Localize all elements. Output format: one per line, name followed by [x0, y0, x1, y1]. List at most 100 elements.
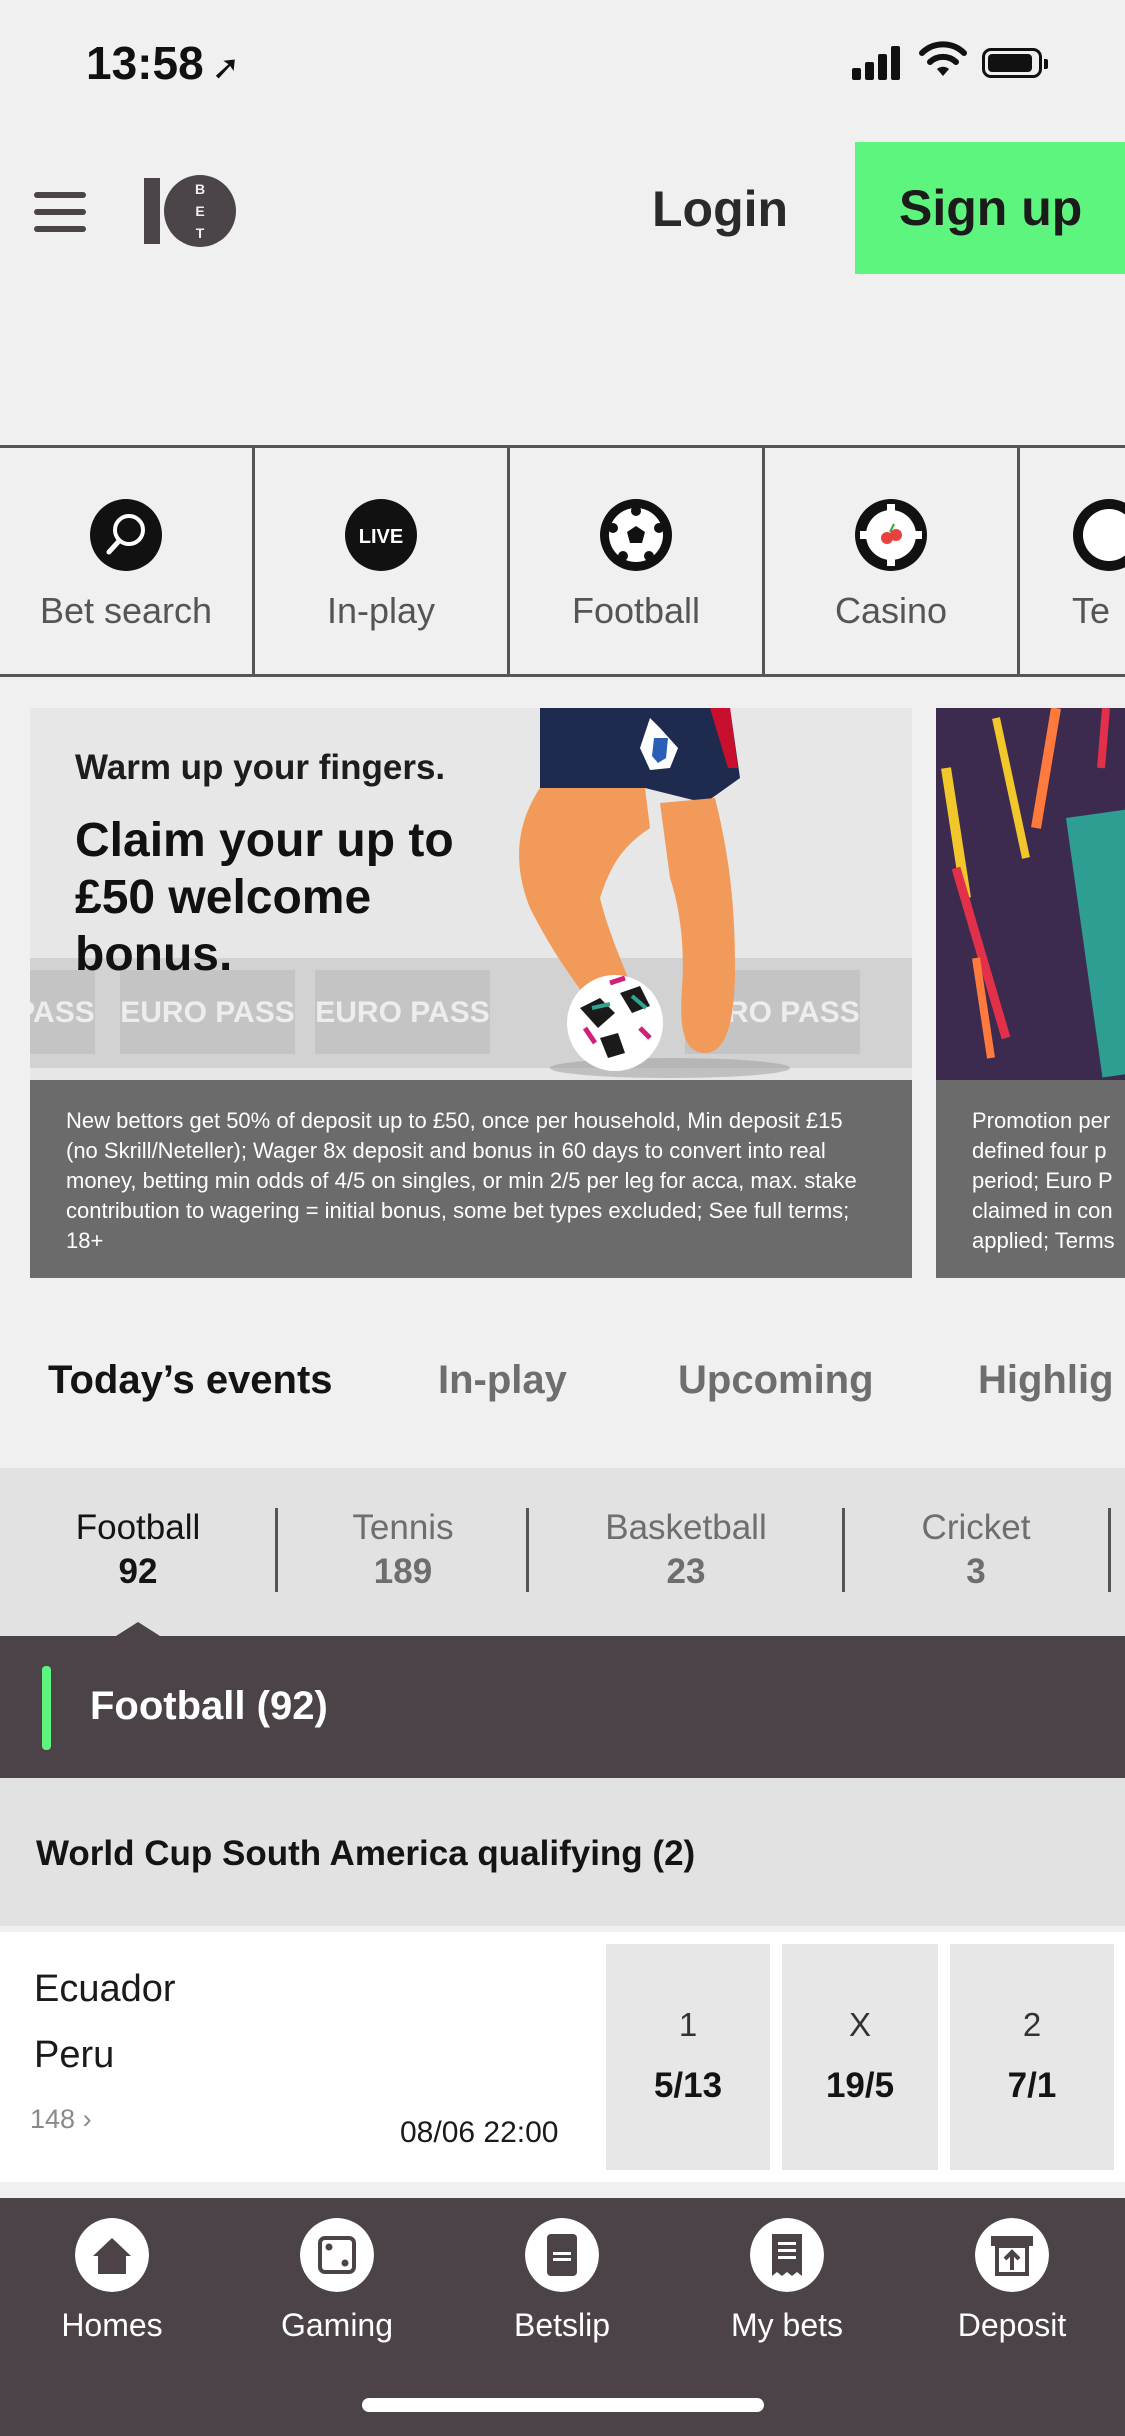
- quicknav-football[interactable]: Football: [510, 448, 765, 674]
- quicknav-label: In-play: [326, 590, 436, 631]
- search-icon: [90, 499, 162, 571]
- banner-pretitle: Warm up your fingers.: [75, 748, 446, 787]
- tennis-icon: [1073, 499, 1125, 571]
- league-header[interactable]: World Cup South America qualifying (2): [0, 1778, 1125, 1926]
- tab-highlights[interactable]: Highlig: [978, 1358, 1114, 1403]
- sport-tennis[interactable]: Tennis 189: [310, 1508, 496, 1592]
- header: B E T Login Sign up: [0, 130, 1125, 290]
- tab-todays-events[interactable]: Today’s events: [48, 1358, 333, 1403]
- confetti-illustration: [941, 708, 1125, 1078]
- more-markets-link[interactable]: 148 ›: [30, 2104, 92, 2135]
- event-tabs: Today’s events In-play Upcoming Highlig: [0, 1318, 1125, 1448]
- divider: [526, 1508, 529, 1592]
- svg-text:T: T: [196, 225, 205, 241]
- nav-deposit[interactable]: Deposit: [912, 2218, 1112, 2344]
- sport-name: Basketball: [605, 1508, 767, 1547]
- banner-terms: Promotion per defined four p period; Eur…: [936, 1080, 1125, 1278]
- divider: [1108, 1508, 1111, 1592]
- dice-icon: [300, 2218, 374, 2292]
- kickoff-time: 08/06 22:00: [400, 2116, 559, 2149]
- league-title: World Cup South America qualifying (2): [36, 1834, 696, 1873]
- sport-count: 189: [373, 1552, 433, 1591]
- odds-value: 19/5: [825, 2066, 895, 2105]
- sport-basketball[interactable]: Basketball 23: [580, 1508, 792, 1592]
- nav-my-bets[interactable]: My bets: [687, 2218, 887, 2344]
- live-badge-text: LIVE: [359, 526, 403, 548]
- sport-football[interactable]: Football 92: [48, 1508, 228, 1592]
- away-team: Peru: [34, 2034, 115, 2076]
- nav-label: Deposit: [957, 2307, 1067, 2343]
- sport-filter: Football 92 Tennis 189 Basketball 23 Cri…: [0, 1468, 1125, 1636]
- promo-banner-welcome[interactable]: EURO PASS EURO PASS EURO PASS EURO PASS …: [30, 708, 912, 1278]
- casino-icon: [855, 499, 927, 571]
- sport-name: Cricket: [921, 1508, 1031, 1547]
- nav-label: Gaming: [280, 2307, 394, 2343]
- quicknav-label: Bet search: [39, 590, 213, 631]
- nav-betslip[interactable]: Betslip: [462, 2218, 662, 2344]
- section-title: Football (92): [90, 1684, 328, 1728]
- nav-label: Homes: [61, 2307, 163, 2343]
- location-arrow-icon: ➚: [211, 49, 241, 87]
- odds-label: 1: [678, 2006, 698, 2043]
- login-button[interactable]: Login: [652, 180, 788, 238]
- quicknav-label: Casino: [834, 590, 948, 631]
- status-bar: 13:58 ➚: [0, 0, 1125, 130]
- sport-cricket[interactable]: Cricket 3: [890, 1508, 1062, 1592]
- quicknav-tennis[interactable]: Te: [1020, 448, 1125, 674]
- selected-caret: [116, 1622, 160, 1636]
- odds-value: 5/13: [653, 2066, 723, 2105]
- home-team: Ecuador: [34, 1968, 176, 2010]
- terms-line: Promotion per: [972, 1108, 1111, 1133]
- match-row[interactable]: Ecuador Peru 148 › 08/06 22:00 1 5/13 X …: [0, 1932, 1125, 2182]
- sport-name: Tennis: [352, 1508, 454, 1547]
- terms-line: applied; Terms: [972, 1228, 1115, 1253]
- tab-in-play[interactable]: In-play: [438, 1358, 567, 1403]
- battery-icon: [982, 48, 1048, 78]
- wifi-icon: [919, 41, 967, 76]
- divider: [842, 1508, 845, 1592]
- quick-nav: Bet search LIVE In-play Football Casino: [0, 445, 1125, 677]
- home-indicator[interactable]: [362, 2398, 764, 2412]
- nav-label: Betslip: [513, 2307, 611, 2343]
- menu-icon[interactable]: [34, 192, 86, 232]
- promo-banner-euro[interactable]: Promotion per defined four p period; Eur…: [936, 708, 1125, 1278]
- live-icon: LIVE: [345, 499, 417, 571]
- quicknav-bet-search[interactable]: Bet search: [0, 448, 255, 674]
- tab-upcoming[interactable]: Upcoming: [678, 1358, 874, 1403]
- 10bet-logo[interactable]: B E T: [140, 172, 240, 250]
- deposit-icon: [975, 2218, 1049, 2292]
- section-header-football[interactable]: Football (92): [0, 1636, 1125, 1778]
- divider: [275, 1508, 278, 1592]
- odds-label: X: [848, 2006, 871, 2043]
- chevron-right-icon: ›: [82, 2104, 92, 2134]
- accent-bar: [42, 1666, 51, 1750]
- cellular-signal-icon: [852, 46, 902, 80]
- odds-value: 7/1: [1007, 2066, 1057, 2105]
- quicknav-label: Te: [1072, 590, 1111, 631]
- clock: 13:58: [86, 37, 204, 89]
- odds-home-button[interactable]: 1 5/13: [606, 1944, 770, 2170]
- terms-line: defined four p: [972, 1138, 1107, 1163]
- football-icon: [600, 499, 672, 571]
- svg-text:E: E: [195, 203, 204, 219]
- terms-line: period; Euro P: [972, 1168, 1113, 1193]
- sport-name: Football: [75, 1508, 201, 1547]
- nav-gaming[interactable]: Gaming: [237, 2218, 437, 2344]
- quicknav-in-play[interactable]: LIVE In-play: [255, 448, 510, 674]
- svg-text:B: B: [195, 181, 205, 197]
- odds-away-button[interactable]: 2 7/1: [950, 1944, 1114, 2170]
- banner-terms: New bettors get 50% of deposit up to £50…: [30, 1080, 912, 1278]
- signup-button[interactable]: Sign up: [855, 142, 1125, 274]
- nav-homes[interactable]: Homes: [12, 2218, 212, 2344]
- sport-count: 92: [118, 1552, 158, 1591]
- quicknav-label: Football: [571, 590, 701, 631]
- sport-count: 3: [966, 1552, 986, 1591]
- status-time: 13:58 ➚: [86, 36, 240, 90]
- receipt-icon: [750, 2218, 824, 2292]
- banner-headline: Claim your up to £50 welcome bonus.: [75, 814, 454, 981]
- sport-count: 23: [666, 1552, 706, 1591]
- quicknav-casino[interactable]: Casino: [765, 448, 1020, 674]
- odds-draw-button[interactable]: X 19/5: [782, 1944, 938, 2170]
- nav-label: My bets: [730, 2307, 844, 2343]
- markets-count: 148: [30, 2104, 76, 2134]
